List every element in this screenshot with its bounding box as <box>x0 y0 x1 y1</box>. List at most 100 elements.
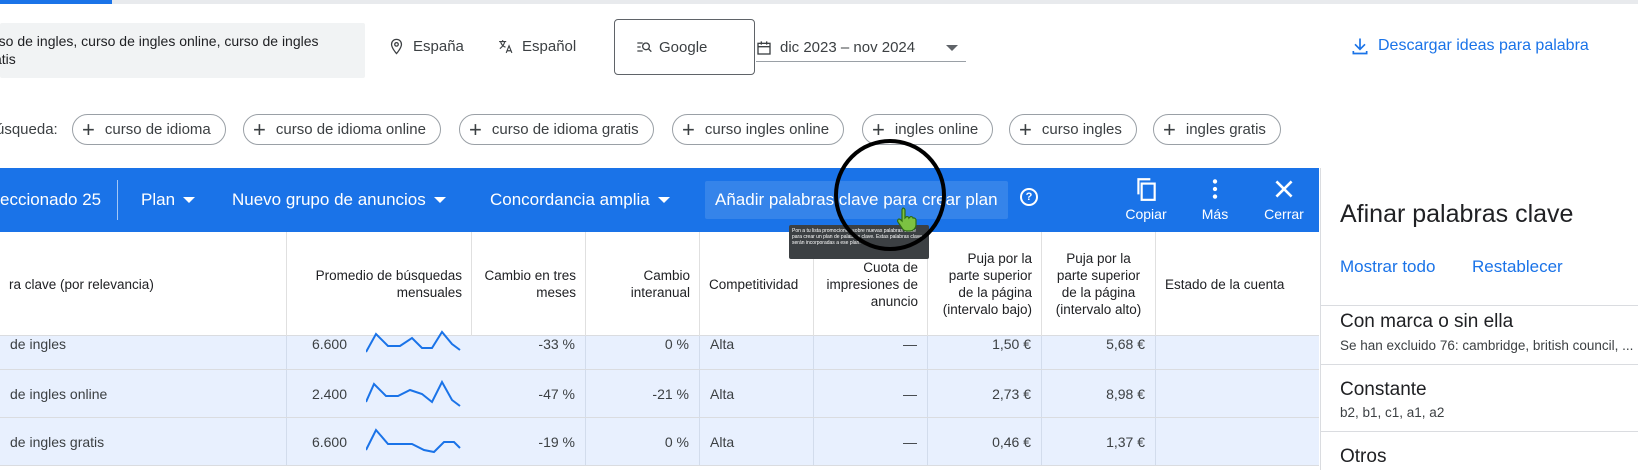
bid-low-cell: 1,50 € <box>928 336 1042 369</box>
impression-share-cell: — <box>814 336 928 369</box>
competition-cell: Alta <box>700 370 814 417</box>
col-bid-high[interactable]: Puja por la parte superior de la página … <box>1042 232 1156 336</box>
suggestion-chip[interactable]: + curso de idioma gratis <box>459 114 654 145</box>
ad-group-label: Nuevo grupo de anuncios <box>232 190 426 209</box>
col-keyword[interactable]: ra clave (por relevancia) <box>0 232 287 336</box>
cursor-highlight-ring <box>834 139 946 251</box>
chevron-down-icon <box>946 44 958 51</box>
close-icon <box>1275 180 1293 198</box>
plus-icon: + <box>682 116 695 142</box>
copy-icon <box>1137 178 1156 201</box>
col-three-month-change[interactable]: Cambio en tres meses <box>472 232 586 336</box>
suggestion-chip-label: curso de idioma <box>104 121 211 138</box>
col-avg-searches[interactable]: Promedio de búsquedas mensuales <box>287 232 472 336</box>
trend-sparkline <box>366 428 461 454</box>
search-network-icon <box>637 42 652 53</box>
bid-low-cell: 0,46 € <box>928 418 1042 465</box>
section-brand-title[interactable]: Con marca o sin ella <box>1340 311 1513 333</box>
suggestion-chip-label: ingles gratis <box>1185 121 1266 138</box>
plus-icon: + <box>872 116 885 142</box>
ad-group-dropdown[interactable]: Nuevo grupo de anuncios <box>232 190 446 210</box>
pointer-hand-icon <box>896 207 917 232</box>
yoy-cell: 0 % <box>586 336 700 369</box>
keyword-cell: de ingles online <box>0 370 287 417</box>
close-button[interactable]: Cerrar <box>1254 176 1314 222</box>
panel-divider <box>1321 364 1638 365</box>
suggestion-chip[interactable]: + curso ingles online <box>672 114 845 145</box>
location-pin-icon <box>390 38 403 55</box>
suggestion-chip-label: ingles online <box>894 121 979 138</box>
more-label: Más <box>1201 206 1229 222</box>
location-filter[interactable]: España <box>388 38 464 55</box>
copy-button[interactable]: Copiar <box>1116 176 1176 222</box>
plus-icon: + <box>469 116 482 142</box>
plus-icon: + <box>1163 116 1176 142</box>
section-other-title[interactable]: Otros <box>1340 446 1386 468</box>
panel-divider <box>1321 305 1638 306</box>
keyword-ideas-table: ra clave (por relevancia) Promedio de bú… <box>0 232 1319 470</box>
download-ideas-button[interactable]: Descargar ideas para palabra <box>1350 36 1589 56</box>
show-all-link[interactable]: Mostrar todo <box>1340 257 1435 277</box>
avg-searches-cell: 6.600 <box>311 433 347 450</box>
calendar-icon <box>757 40 771 55</box>
table-row[interactable]: de ingles 6.600 -33 % 0 % Alta — 1,50 € … <box>0 330 1319 370</box>
bid-high-cell: 8,98 € <box>1042 370 1156 417</box>
section-constant-title[interactable]: Constante <box>1340 379 1427 401</box>
refine-keywords-panel: Afinar palabras clave Mostrar todo Resta… <box>1320 168 1638 470</box>
suggestion-chip[interactable]: + curso de idioma online <box>243 114 441 145</box>
competition-cell: Alta <box>700 418 814 465</box>
copy-label: Copiar <box>1125 206 1167 222</box>
translate-icon <box>499 40 513 54</box>
chevron-down-icon <box>183 197 196 203</box>
top-tab-indicator <box>0 0 1638 4</box>
keyword-cell: de ingles <box>0 336 287 369</box>
network-label: Google <box>659 38 708 56</box>
avg-searches-cell: 6.600 <box>311 336 347 352</box>
col-yoy-change[interactable]: Cambio interanual <box>586 232 700 336</box>
section-constant-subtitle: b2, b1, c1, a1, a2 <box>1340 405 1445 420</box>
close-label: Cerrar <box>1264 206 1304 222</box>
table-header: ra clave (por relevancia) Promedio de bú… <box>0 232 1319 336</box>
location-label: España <box>413 38 464 55</box>
impression-share-cell: — <box>814 370 928 417</box>
bid-high-cell: 1,37 € <box>1042 418 1156 465</box>
more-vert-icon <box>1212 179 1218 199</box>
plus-icon: + <box>82 116 95 142</box>
reset-link[interactable]: Restablecer <box>1472 257 1563 277</box>
download-icon <box>1352 38 1368 55</box>
suggestion-chip[interactable]: + curso de idioma <box>72 114 226 145</box>
keyword-search-field[interactable]: rso de ingles, curso de ingles online, c… <box>0 23 365 78</box>
impression-share-cell: — <box>814 418 928 465</box>
trend-sparkline <box>366 379 461 407</box>
suggestion-chip-label: curso de idioma online <box>275 121 426 138</box>
language-filter[interactable]: Español <box>497 38 576 55</box>
date-range-select[interactable]: dic 2023 – nov 2024 <box>756 34 966 62</box>
bid-low-cell: 2,73 € <box>928 370 1042 417</box>
network-filter[interactable]: Google <box>614 19 755 75</box>
download-label: Descargar ideas para palabra <box>1378 37 1589 54</box>
match-type-label: Concordancia amplia <box>490 190 650 209</box>
section-brand-subtitle: Se han excluido 76: cambridge, british c… <box>1340 338 1634 353</box>
toolbar-divider <box>117 180 118 220</box>
keyword-search-line-1: rso de ingles, curso de ingles online, c… <box>0 33 319 49</box>
three-month-cell: -19 % <box>472 418 586 465</box>
chevron-down-icon <box>657 197 670 203</box>
match-type-dropdown[interactable]: Concordancia amplia <box>490 190 670 210</box>
plan-dropdown[interactable]: Plan <box>141 190 196 210</box>
trend-sparkline <box>366 330 461 353</box>
active-tab-underline <box>0 0 112 4</box>
more-button[interactable]: Más <box>1185 176 1245 222</box>
suggestion-chip[interactable]: + ingles gratis <box>1153 114 1281 145</box>
avg-searches-cell: 2.400 <box>311 385 347 402</box>
help-icon[interactable]: ? <box>1020 188 1038 206</box>
panel-divider <box>1321 431 1638 432</box>
suggestion-chip-label: curso ingles <box>1041 121 1122 138</box>
three-month-cell: -33 % <box>472 336 586 369</box>
date-range-label: dic 2023 – nov 2024 <box>780 39 916 56</box>
plus-icon: + <box>253 116 266 142</box>
col-account-status[interactable]: Estado de la cuenta <box>1156 232 1319 336</box>
col-bid-low[interactable]: Puja por la parte superior de la página … <box>928 232 1042 336</box>
suggestion-chip[interactable]: + curso ingles <box>1009 114 1137 145</box>
table-row[interactable]: de ingles gratis 6.600 -19 % 0 % Alta — … <box>0 418 1319 466</box>
table-row[interactable]: de ingles online 2.400 -47 % -21 % Alta … <box>0 370 1319 418</box>
